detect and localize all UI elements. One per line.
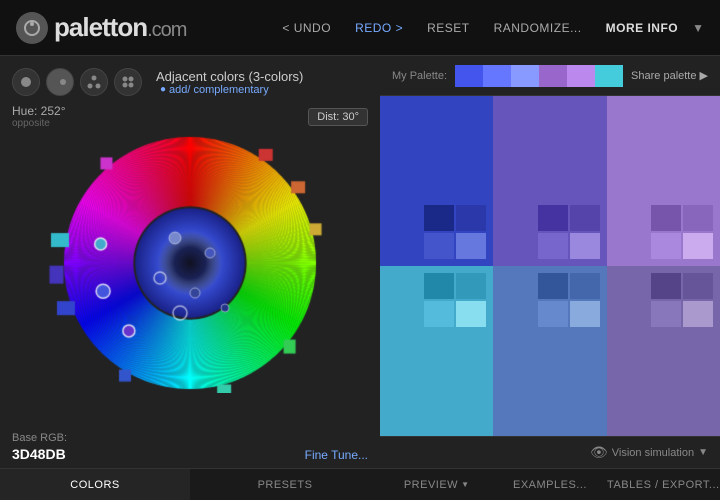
color-cell-4[interactable]	[493, 266, 606, 436]
color-cell-2[interactable]	[607, 96, 720, 266]
mode-icon-triad[interactable]	[80, 68, 108, 96]
color-display-area	[380, 96, 720, 436]
mini-swatch[interactable]	[424, 301, 454, 327]
vision-sim-bar: 👁 Vision simulation ▼	[380, 436, 720, 468]
undo-button[interactable]: < UNDO	[272, 15, 341, 41]
mini-swatch[interactable]	[683, 233, 713, 259]
tab-colors[interactable]: COLORS	[0, 469, 190, 500]
mode-row: Adjacent colors (3-colors) ● add/ comple…	[12, 68, 368, 96]
vision-simulation-button[interactable]: 👁 Vision simulation ▼	[590, 444, 708, 461]
share-palette-button[interactable]: Share palette ▶	[631, 69, 708, 82]
tab-tables-export[interactable]: TABLES / EXPORT...	[607, 469, 720, 500]
mode-icon-tetrad[interactable]	[114, 68, 142, 96]
mini-swatch[interactable]	[456, 233, 486, 259]
color-grid	[380, 96, 720, 436]
preview-arrow: ▼	[461, 480, 469, 489]
header-nav: < UNDO REDO > RESET RANDOMIZE... MORE IN…	[272, 15, 704, 41]
palette-swatch	[539, 65, 567, 87]
base-rgb: Base RGB: 3D48DB	[12, 432, 67, 462]
reset-button[interactable]: RESET	[417, 15, 480, 41]
mini-swatch[interactable]	[538, 301, 568, 327]
mini-swatch[interactable]	[538, 273, 568, 299]
mini-swatch[interactable]	[456, 273, 486, 299]
mini-swatch[interactable]	[570, 301, 600, 327]
randomize-button[interactable]: RANDOMIZE...	[484, 15, 592, 41]
color-cell-1[interactable]	[493, 96, 606, 266]
mini-swatch[interactable]	[651, 273, 681, 299]
dist-badge[interactable]: Dist: 30°	[308, 108, 368, 126]
mini-swatch[interactable]	[683, 301, 713, 327]
tab-examples[interactable]: EXAMPLES...	[493, 469, 606, 500]
mini-swatch[interactable]	[651, 205, 681, 231]
main-content: Adjacent colors (3-colors) ● add/ comple…	[0, 56, 720, 500]
mini-swatch[interactable]	[456, 301, 486, 327]
mini-swatch[interactable]	[538, 205, 568, 231]
color-cell-0[interactable]	[380, 96, 493, 266]
left-tabs: COLORS PRESETS	[0, 468, 380, 500]
mini-swatch[interactable]	[538, 233, 568, 259]
color-wheel[interactable]	[20, 133, 360, 393]
logo-icon	[16, 12, 48, 44]
palette-swatch	[567, 65, 595, 87]
mini-swatch[interactable]	[570, 233, 600, 259]
palette-swatch	[455, 65, 483, 87]
mini-swatch[interactable]	[651, 233, 681, 259]
mode-icon-adjacent[interactable]	[46, 68, 74, 96]
mini-swatch[interactable]	[570, 205, 600, 231]
add-complementary[interactable]: ● add/ complementary	[160, 84, 303, 96]
tab-preview[interactable]: PREVIEW ▼	[380, 469, 493, 500]
mini-swatch[interactable]	[570, 273, 600, 299]
palette-label: My Palette:	[392, 70, 447, 82]
right-panel: My Palette: Share palette ▶ 👁 Vision sim…	[380, 56, 720, 500]
color-wheel-container[interactable]	[20, 133, 360, 393]
eye-icon: 👁	[590, 444, 608, 461]
palette-swatch	[595, 65, 623, 87]
color-cell-5[interactable]	[607, 266, 720, 436]
mini-swatch[interactable]	[424, 205, 454, 231]
palette-row: My Palette: Share palette ▶	[380, 56, 720, 96]
palette-swatch	[483, 65, 511, 87]
right-tabs: PREVIEW ▼ EXAMPLES... TABLES / EXPORT...	[380, 468, 720, 500]
left-panel: Adjacent colors (3-colors) ● add/ comple…	[0, 56, 380, 500]
tab-presets[interactable]: PRESETS	[190, 469, 380, 500]
fine-tune-button[interactable]: Fine Tune...	[305, 448, 368, 462]
chevron-down-icon: ▼	[698, 447, 708, 458]
palette-swatch	[511, 65, 539, 87]
logo: paletton.com	[16, 12, 186, 44]
logo-text: paletton.com	[54, 12, 186, 43]
mode-icon-mono[interactable]	[12, 68, 40, 96]
hue-info: Hue: 252° opposite	[12, 104, 66, 129]
mini-swatch[interactable]	[456, 205, 486, 231]
mini-swatch[interactable]	[683, 205, 713, 231]
hue-dist-row: Hue: 252° opposite Dist: 30°	[12, 104, 368, 129]
redo-button[interactable]: REDO >	[345, 15, 413, 41]
mini-swatch[interactable]	[683, 273, 713, 299]
mini-swatch[interactable]	[424, 233, 454, 259]
more-info-button[interactable]: MORE INFO	[596, 15, 689, 41]
left-bottom: Base RGB: 3D48DB Fine Tune...	[12, 432, 368, 462]
header: paletton.com < UNDO REDO > RESET RANDOMI…	[0, 0, 720, 56]
mini-swatch[interactable]	[651, 301, 681, 327]
color-cell-3[interactable]	[380, 266, 493, 436]
palette-preview	[455, 65, 623, 87]
mode-label: Adjacent colors (3-colors) ● add/ comple…	[156, 69, 303, 96]
mini-swatch[interactable]	[424, 273, 454, 299]
